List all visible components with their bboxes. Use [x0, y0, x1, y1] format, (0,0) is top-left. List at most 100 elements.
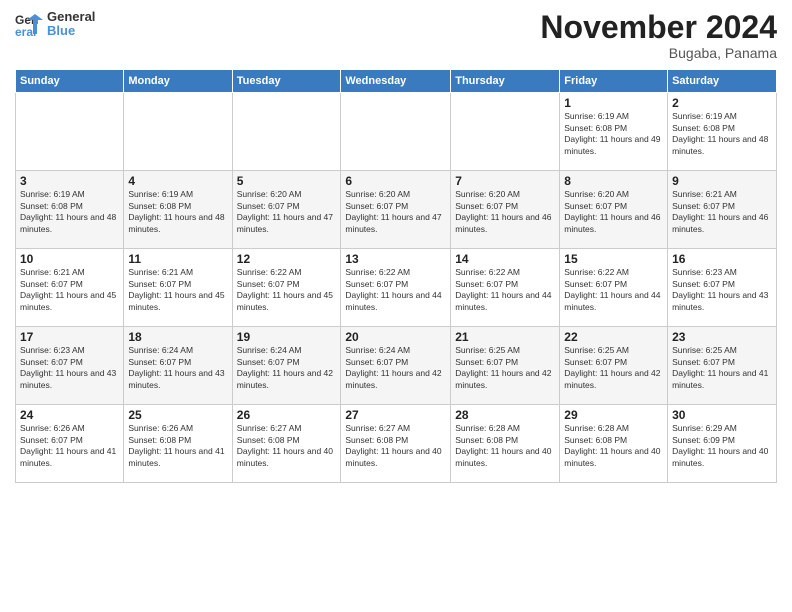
day-info: Sunrise: 6:24 AMSunset: 6:07 PMDaylight:… — [237, 345, 337, 391]
day-info: Sunrise: 6:22 AMSunset: 6:07 PMDaylight:… — [237, 267, 337, 313]
logo: Gen eral General Blue — [15, 10, 95, 39]
col-thursday: Thursday — [451, 70, 560, 93]
day-number: 20 — [345, 330, 446, 344]
calendar-cell-w2-d5: 15Sunrise: 6:22 AMSunset: 6:07 PMDayligh… — [560, 249, 668, 327]
calendar-cell-w1-d5: 8Sunrise: 6:20 AMSunset: 6:07 PMDaylight… — [560, 171, 668, 249]
day-info: Sunrise: 6:20 AMSunset: 6:07 PMDaylight:… — [564, 189, 663, 235]
day-number: 21 — [455, 330, 555, 344]
col-wednesday: Wednesday — [341, 70, 451, 93]
calendar-cell-w1-d4: 7Sunrise: 6:20 AMSunset: 6:07 PMDaylight… — [451, 171, 560, 249]
day-info: Sunrise: 6:25 AMSunset: 6:07 PMDaylight:… — [564, 345, 663, 391]
calendar-cell-w1-d3: 6Sunrise: 6:20 AMSunset: 6:07 PMDaylight… — [341, 171, 451, 249]
day-number: 26 — [237, 408, 337, 422]
calendar-cell-w0-d2 — [232, 93, 341, 171]
day-number: 10 — [20, 252, 119, 266]
day-info: Sunrise: 6:27 AMSunset: 6:08 PMDaylight:… — [237, 423, 337, 469]
col-saturday: Saturday — [668, 70, 777, 93]
calendar-cell-w1-d1: 4Sunrise: 6:19 AMSunset: 6:08 PMDaylight… — [124, 171, 232, 249]
day-number: 11 — [128, 252, 227, 266]
day-number: 22 — [564, 330, 663, 344]
logo-icon: Gen eral — [15, 10, 43, 38]
day-info: Sunrise: 6:29 AMSunset: 6:09 PMDaylight:… — [672, 423, 772, 469]
week-row-3: 17Sunrise: 6:23 AMSunset: 6:07 PMDayligh… — [16, 327, 777, 405]
day-info: Sunrise: 6:28 AMSunset: 6:08 PMDaylight:… — [564, 423, 663, 469]
day-info: Sunrise: 6:25 AMSunset: 6:07 PMDaylight:… — [672, 345, 772, 391]
day-number: 27 — [345, 408, 446, 422]
day-info: Sunrise: 6:19 AMSunset: 6:08 PMDaylight:… — [672, 111, 772, 157]
col-tuesday: Tuesday — [232, 70, 341, 93]
day-info: Sunrise: 6:20 AMSunset: 6:07 PMDaylight:… — [455, 189, 555, 235]
day-number: 29 — [564, 408, 663, 422]
calendar-cell-w0-d0 — [16, 93, 124, 171]
day-number: 19 — [237, 330, 337, 344]
day-info: Sunrise: 6:24 AMSunset: 6:07 PMDaylight:… — [128, 345, 227, 391]
day-info: Sunrise: 6:20 AMSunset: 6:07 PMDaylight:… — [237, 189, 337, 235]
calendar-cell-w4-d3: 27Sunrise: 6:27 AMSunset: 6:08 PMDayligh… — [341, 405, 451, 483]
calendar-cell-w3-d2: 19Sunrise: 6:24 AMSunset: 6:07 PMDayligh… — [232, 327, 341, 405]
day-number: 24 — [20, 408, 119, 422]
day-number: 17 — [20, 330, 119, 344]
day-number: 9 — [672, 174, 772, 188]
calendar-cell-w4-d1: 25Sunrise: 6:26 AMSunset: 6:08 PMDayligh… — [124, 405, 232, 483]
calendar-cell-w2-d1: 11Sunrise: 6:21 AMSunset: 6:07 PMDayligh… — [124, 249, 232, 327]
day-info: Sunrise: 6:22 AMSunset: 6:07 PMDaylight:… — [564, 267, 663, 313]
calendar-header-row: Sunday Monday Tuesday Wednesday Thursday… — [16, 70, 777, 93]
calendar-cell-w0-d3 — [341, 93, 451, 171]
logo-line2: Blue — [47, 24, 95, 38]
day-number: 3 — [20, 174, 119, 188]
day-info: Sunrise: 6:23 AMSunset: 6:07 PMDaylight:… — [20, 345, 119, 391]
day-info: Sunrise: 6:19 AMSunset: 6:08 PMDaylight:… — [564, 111, 663, 157]
calendar-cell-w4-d2: 26Sunrise: 6:27 AMSunset: 6:08 PMDayligh… — [232, 405, 341, 483]
calendar-cell-w4-d4: 28Sunrise: 6:28 AMSunset: 6:08 PMDayligh… — [451, 405, 560, 483]
day-info: Sunrise: 6:27 AMSunset: 6:08 PMDaylight:… — [345, 423, 446, 469]
day-number: 2 — [672, 96, 772, 110]
day-info: Sunrise: 6:22 AMSunset: 6:07 PMDaylight:… — [455, 267, 555, 313]
calendar-table: Sunday Monday Tuesday Wednesday Thursday… — [15, 69, 777, 483]
calendar-cell-w0-d4 — [451, 93, 560, 171]
day-info: Sunrise: 6:19 AMSunset: 6:08 PMDaylight:… — [20, 189, 119, 235]
calendar-cell-w0-d1 — [124, 93, 232, 171]
day-info: Sunrise: 6:21 AMSunset: 6:07 PMDaylight:… — [672, 189, 772, 235]
calendar-cell-w4-d5: 29Sunrise: 6:28 AMSunset: 6:08 PMDayligh… — [560, 405, 668, 483]
day-info: Sunrise: 6:19 AMSunset: 6:08 PMDaylight:… — [128, 189, 227, 235]
day-number: 8 — [564, 174, 663, 188]
day-number: 14 — [455, 252, 555, 266]
calendar-cell-w4-d6: 30Sunrise: 6:29 AMSunset: 6:09 PMDayligh… — [668, 405, 777, 483]
day-number: 1 — [564, 96, 663, 110]
calendar-cell-w3-d6: 23Sunrise: 6:25 AMSunset: 6:07 PMDayligh… — [668, 327, 777, 405]
calendar-cell-w3-d0: 17Sunrise: 6:23 AMSunset: 6:07 PMDayligh… — [16, 327, 124, 405]
col-monday: Monday — [124, 70, 232, 93]
day-number: 7 — [455, 174, 555, 188]
day-number: 12 — [237, 252, 337, 266]
day-number: 15 — [564, 252, 663, 266]
calendar-cell-w3-d5: 22Sunrise: 6:25 AMSunset: 6:07 PMDayligh… — [560, 327, 668, 405]
logo-line1: General — [47, 10, 95, 24]
day-number: 5 — [237, 174, 337, 188]
week-row-1: 3Sunrise: 6:19 AMSunset: 6:08 PMDaylight… — [16, 171, 777, 249]
header: Gen eral General Blue November 2024 Buga… — [15, 10, 777, 61]
day-number: 16 — [672, 252, 772, 266]
page: Gen eral General Blue November 2024 Buga… — [0, 0, 792, 612]
month-title: November 2024 — [540, 10, 777, 45]
day-info: Sunrise: 6:23 AMSunset: 6:07 PMDaylight:… — [672, 267, 772, 313]
day-info: Sunrise: 6:26 AMSunset: 6:07 PMDaylight:… — [20, 423, 119, 469]
col-friday: Friday — [560, 70, 668, 93]
calendar-cell-w2-d4: 14Sunrise: 6:22 AMSunset: 6:07 PMDayligh… — [451, 249, 560, 327]
calendar-cell-w3-d3: 20Sunrise: 6:24 AMSunset: 6:07 PMDayligh… — [341, 327, 451, 405]
day-info: Sunrise: 6:28 AMSunset: 6:08 PMDaylight:… — [455, 423, 555, 469]
day-info: Sunrise: 6:22 AMSunset: 6:07 PMDaylight:… — [345, 267, 446, 313]
title-area: November 2024 Bugaba, Panama — [540, 10, 777, 61]
day-info: Sunrise: 6:21 AMSunset: 6:07 PMDaylight:… — [20, 267, 119, 313]
calendar-cell-w2-d6: 16Sunrise: 6:23 AMSunset: 6:07 PMDayligh… — [668, 249, 777, 327]
calendar-cell-w0-d5: 1Sunrise: 6:19 AMSunset: 6:08 PMDaylight… — [560, 93, 668, 171]
day-number: 28 — [455, 408, 555, 422]
day-info: Sunrise: 6:20 AMSunset: 6:07 PMDaylight:… — [345, 189, 446, 235]
day-info: Sunrise: 6:26 AMSunset: 6:08 PMDaylight:… — [128, 423, 227, 469]
day-number: 4 — [128, 174, 227, 188]
calendar-cell-w0-d6: 2Sunrise: 6:19 AMSunset: 6:08 PMDaylight… — [668, 93, 777, 171]
day-number: 6 — [345, 174, 446, 188]
day-number: 30 — [672, 408, 772, 422]
day-info: Sunrise: 6:21 AMSunset: 6:07 PMDaylight:… — [128, 267, 227, 313]
day-number: 23 — [672, 330, 772, 344]
day-number: 25 — [128, 408, 227, 422]
